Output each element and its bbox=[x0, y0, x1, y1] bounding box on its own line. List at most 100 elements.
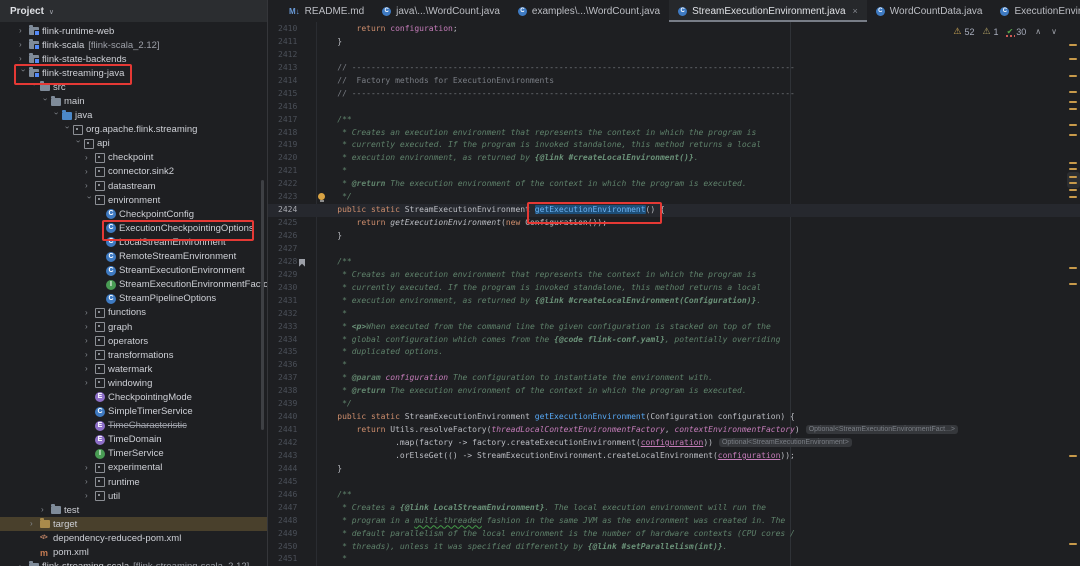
tree-item-timerservice[interactable]: I TimerService bbox=[0, 447, 267, 461]
tree-item-timecharacteristic[interactable]: E TimeCharacteristic bbox=[0, 419, 267, 433]
tree-item-target[interactable]: › target bbox=[0, 517, 267, 532]
code-token: The configuration to instantiate the env… bbox=[448, 373, 713, 383]
line-number: 2427 bbox=[278, 243, 298, 253]
chevron-down-icon[interactable]: ∨ bbox=[49, 8, 54, 16]
tree-item-transformations[interactable]: › transformations bbox=[0, 348, 267, 362]
tab-java-wordcount-java[interactable]: Cjava\...\WordCount.java bbox=[373, 0, 509, 22]
tree-item-runtime[interactable]: › runtime bbox=[0, 475, 267, 489]
tree-item-pom-xml[interactable]: m pom.xml bbox=[0, 545, 267, 559]
chevron-right-icon[interactable]: › bbox=[85, 182, 95, 190]
next-problem-button[interactable]: ∨ bbox=[1050, 27, 1058, 36]
chevron-right-icon[interactable]: › bbox=[85, 167, 95, 176]
tree-item-operators[interactable]: › operators bbox=[0, 334, 267, 348]
chevron-down-icon[interactable]: › bbox=[19, 69, 28, 79]
chevron-right-icon[interactable]: › bbox=[30, 520, 40, 528]
interface-icon: I bbox=[106, 279, 118, 290]
tree-item-flink-state-backends[interactable]: › flink-state-backends bbox=[0, 52, 267, 66]
chevron-right-icon[interactable]: › bbox=[85, 351, 95, 359]
tree-item-src[interactable]: › src bbox=[0, 80, 267, 94]
tree-item-flink-streaming-scala[interactable]: › flink-streaming-scala [flink-streaming-s… bbox=[0, 560, 267, 566]
tree-item-graph[interactable]: › graph bbox=[0, 320, 267, 334]
warnings-count[interactable]: ⚠ 52 bbox=[953, 26, 974, 37]
tree-item-functions[interactable]: › functions bbox=[0, 306, 267, 320]
tree-item-experimental[interactable]: › experimental bbox=[0, 461, 267, 475]
tree-item-flink-scala[interactable]: › flink-scala [flink-scala_2.12] bbox=[0, 38, 267, 52]
tree-item-flink-streaming-java[interactable]: › flink-streaming-java bbox=[0, 66, 267, 80]
tree-item-checkpointingmode[interactable]: E CheckpointingMode bbox=[0, 390, 267, 404]
chevron-right-icon[interactable]: › bbox=[85, 308, 95, 317]
chevron-down-icon[interactable]: › bbox=[41, 98, 50, 108]
code-token: } bbox=[318, 231, 343, 240]
tab-executionenvironment-java[interactable]: C ExecutionEnvironment.java bbox=[991, 0, 1080, 22]
tree-scrollbar-thumb[interactable] bbox=[261, 180, 264, 430]
weak-warnings-count[interactable]: ⚠ 1 bbox=[982, 26, 998, 37]
tab-wordcountdata-java[interactable]: C WordCountData.java bbox=[867, 0, 992, 22]
typos-count[interactable]: ✔ 30 bbox=[1005, 27, 1026, 37]
prev-problem-button[interactable]: ∧ bbox=[1034, 27, 1042, 36]
tree-item-watermark[interactable]: › watermark bbox=[0, 362, 267, 376]
tab-streamexecutionenvironment-java[interactable]: C StreamExecutionEnvironment.java × bbox=[669, 0, 867, 22]
tree-item-flink-runtime-web[interactable]: › flink-runtime-web bbox=[0, 24, 267, 38]
chevron-down-icon[interactable]: › bbox=[63, 126, 72, 136]
line-number: 2445 bbox=[278, 476, 298, 486]
tree-item-label: datastream bbox=[108, 180, 156, 192]
tree-item-org-apache-flink-streaming[interactable]: › org.apache.flink.streaming bbox=[0, 123, 267, 137]
chevron-right-icon[interactable]: › bbox=[19, 41, 29, 49]
chevron-right-icon[interactable]: › bbox=[85, 323, 95, 331]
markdown-icon: M↓ bbox=[289, 6, 300, 16]
tree-item-simpletimerservice[interactable]: C SimpleTimerService bbox=[0, 405, 267, 419]
chevron-right-icon[interactable]: › bbox=[85, 365, 95, 373]
tree-item-api[interactable]: › api bbox=[0, 137, 267, 151]
tree-item-remotestreamenvironment[interactable]: C RemoteStreamEnvironment bbox=[0, 250, 267, 264]
chevron-right-icon[interactable]: › bbox=[19, 27, 29, 35]
code-token: .orElseGet(() -> StreamExecutionEnvironm… bbox=[395, 450, 718, 460]
tree-item-connector-sink2[interactable]: › connector.sink2 bbox=[0, 165, 267, 179]
tree-item-datastream[interactable]: › datastream bbox=[0, 179, 267, 193]
chevron-right-icon[interactable]: › bbox=[85, 379, 95, 387]
tree-item-checkpointconfig[interactable]: C CheckpointConfig bbox=[0, 207, 267, 221]
code-line-2447: 2447 * Creates a {@link LocalStreamEnvir… bbox=[268, 502, 1080, 515]
editor-scrollbar-thumb[interactable] bbox=[1067, 172, 1080, 188]
tab-examples-wordcount-java[interactable]: Cexamples\...\WordCount.java bbox=[509, 0, 669, 22]
package-icon bbox=[95, 307, 107, 318]
tree-item-streampipelineoptions[interactable]: C StreamPipelineOptions bbox=[0, 292, 267, 306]
tree-item-java[interactable]: › java bbox=[0, 109, 267, 123]
chevron-right-icon[interactable]: › bbox=[85, 337, 95, 345]
chevron-right-icon[interactable]: › bbox=[19, 55, 29, 63]
code-line-2416: 2416 bbox=[268, 101, 1080, 114]
tree-item-timedomain[interactable]: E TimeDomain bbox=[0, 433, 267, 447]
line-number: 2425 bbox=[278, 218, 298, 228]
close-icon[interactable]: × bbox=[853, 6, 858, 16]
tree-item-streamexecutionenvironment[interactable]: C StreamExecutionEnvironment bbox=[0, 264, 267, 278]
class-icon: C bbox=[106, 265, 118, 276]
chevron-right-icon[interactable]: › bbox=[19, 562, 29, 566]
tree-item-checkpoint[interactable]: › checkpoint bbox=[0, 151, 267, 165]
tree-item-localstreamenvironment[interactable]: C LocalStreamEnvironment bbox=[0, 235, 267, 249]
chevron-down-icon[interactable]: › bbox=[85, 196, 94, 206]
warning-icon: ⚠ bbox=[953, 26, 962, 36]
code-token: * duplicated options. bbox=[342, 347, 444, 357]
tree-item-environment[interactable]: › environment bbox=[0, 193, 267, 207]
tree-item-main[interactable]: › main bbox=[0, 94, 267, 108]
chevron-right-icon[interactable]: › bbox=[85, 463, 95, 472]
chevron-down-icon[interactable]: › bbox=[52, 112, 61, 122]
xml-icon: </> bbox=[40, 535, 48, 542]
chevron-right-icon[interactable]: › bbox=[85, 492, 95, 500]
tree-item-test[interactable]: › test bbox=[0, 503, 267, 517]
chevron-right-icon[interactable]: › bbox=[85, 153, 95, 162]
tree-item-executioncheckpointingoptions[interactable]: C ExecutionCheckpointingOptions bbox=[0, 221, 267, 235]
tree-item-windowing[interactable]: › windowing bbox=[0, 376, 267, 390]
chevron-down-icon[interactable]: › bbox=[74, 140, 83, 150]
chevron-down-icon[interactable]: › bbox=[30, 83, 39, 93]
code-editor[interactable]: 2410 return configuration; 2411 } 2412 2413… bbox=[268, 22, 1080, 566]
tree-item-streamexecutionenvironmentfactory[interactable]: I StreamExecutionEnvironmentFactory bbox=[0, 278, 267, 292]
tree-item-util[interactable]: › util bbox=[0, 489, 267, 503]
chevron-right-icon[interactable]: › bbox=[41, 506, 51, 514]
tree-item-dependency-reduced-pom-xml[interactable]: </> dependency-reduced-pom.xml bbox=[0, 531, 267, 545]
tab-readme-md[interactable]: M↓ README.md bbox=[280, 0, 373, 22]
tree-item-label: flink-scala bbox=[42, 39, 85, 51]
tree-item-label: functions bbox=[108, 307, 147, 319]
package-icon bbox=[95, 195, 107, 206]
chevron-right-icon[interactable]: › bbox=[85, 478, 95, 486]
